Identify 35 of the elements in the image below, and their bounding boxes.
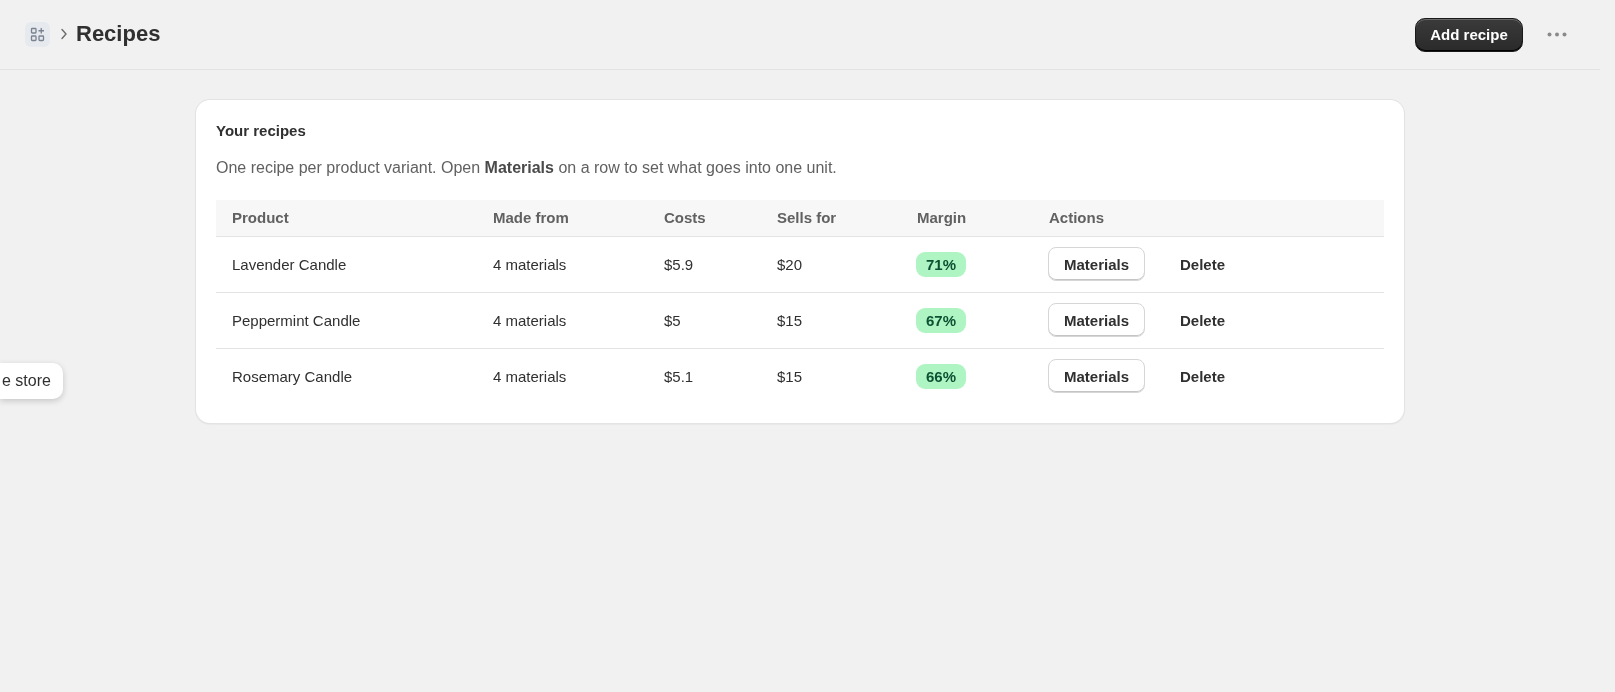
chevron-icon <box>60 28 68 41</box>
delete-button[interactable]: Delete <box>1170 361 1236 391</box>
column-header: Costs <box>648 200 761 236</box>
grid-plus-icon[interactable] <box>25 22 50 47</box>
sells-for-cell: $15 <box>761 348 901 404</box>
made-from-cell: 4 materials <box>477 236 648 292</box>
materials-button[interactable]: Materials <box>1048 359 1145 394</box>
column-header: Product <box>216 200 477 236</box>
card-description: One recipe per product variant. Open Materials on a row to set what goes into one unit. <box>216 158 838 178</box>
column-header: Sells for <box>761 200 901 236</box>
product-cell: Lavender Candle <box>216 236 477 292</box>
costs-cell: $5.9 <box>648 236 761 292</box>
product-cell: Rosemary Candle <box>216 348 477 404</box>
delete-button[interactable]: Delete <box>1170 305 1236 335</box>
margin-badge: 67% <box>916 307 967 333</box>
product-cell: Peppermint Candle <box>216 292 477 348</box>
sells-for-cell: $15 <box>761 292 901 348</box>
column-header: Actions <box>1033 200 1384 236</box>
margin-badge: 71% <box>916 251 967 277</box>
made-from-cell: 4 materials <box>477 348 648 404</box>
card-title: Your recipes <box>216 121 307 141</box>
sells-for-cell: $20 <box>761 236 901 292</box>
delete-button[interactable]: Delete <box>1170 249 1236 279</box>
more-icon[interactable] <box>1547 32 1567 37</box>
materials-button[interactable]: Materials <box>1048 303 1145 337</box>
column-header: Margin <box>901 200 1033 236</box>
margin-badge: 66% <box>916 363 967 389</box>
made-from-cell: 4 materials <box>477 292 648 348</box>
costs-cell: $5.1 <box>648 348 761 404</box>
materials-button[interactable]: Materials <box>1048 247 1145 281</box>
tooltip: e store <box>0 363 63 399</box>
costs-cell: $5 <box>648 292 761 348</box>
add-recipe-button[interactable]: Add recipe <box>1415 17 1523 52</box>
column-header: Made from <box>477 200 648 236</box>
page-title: Recipes <box>76 21 161 48</box>
